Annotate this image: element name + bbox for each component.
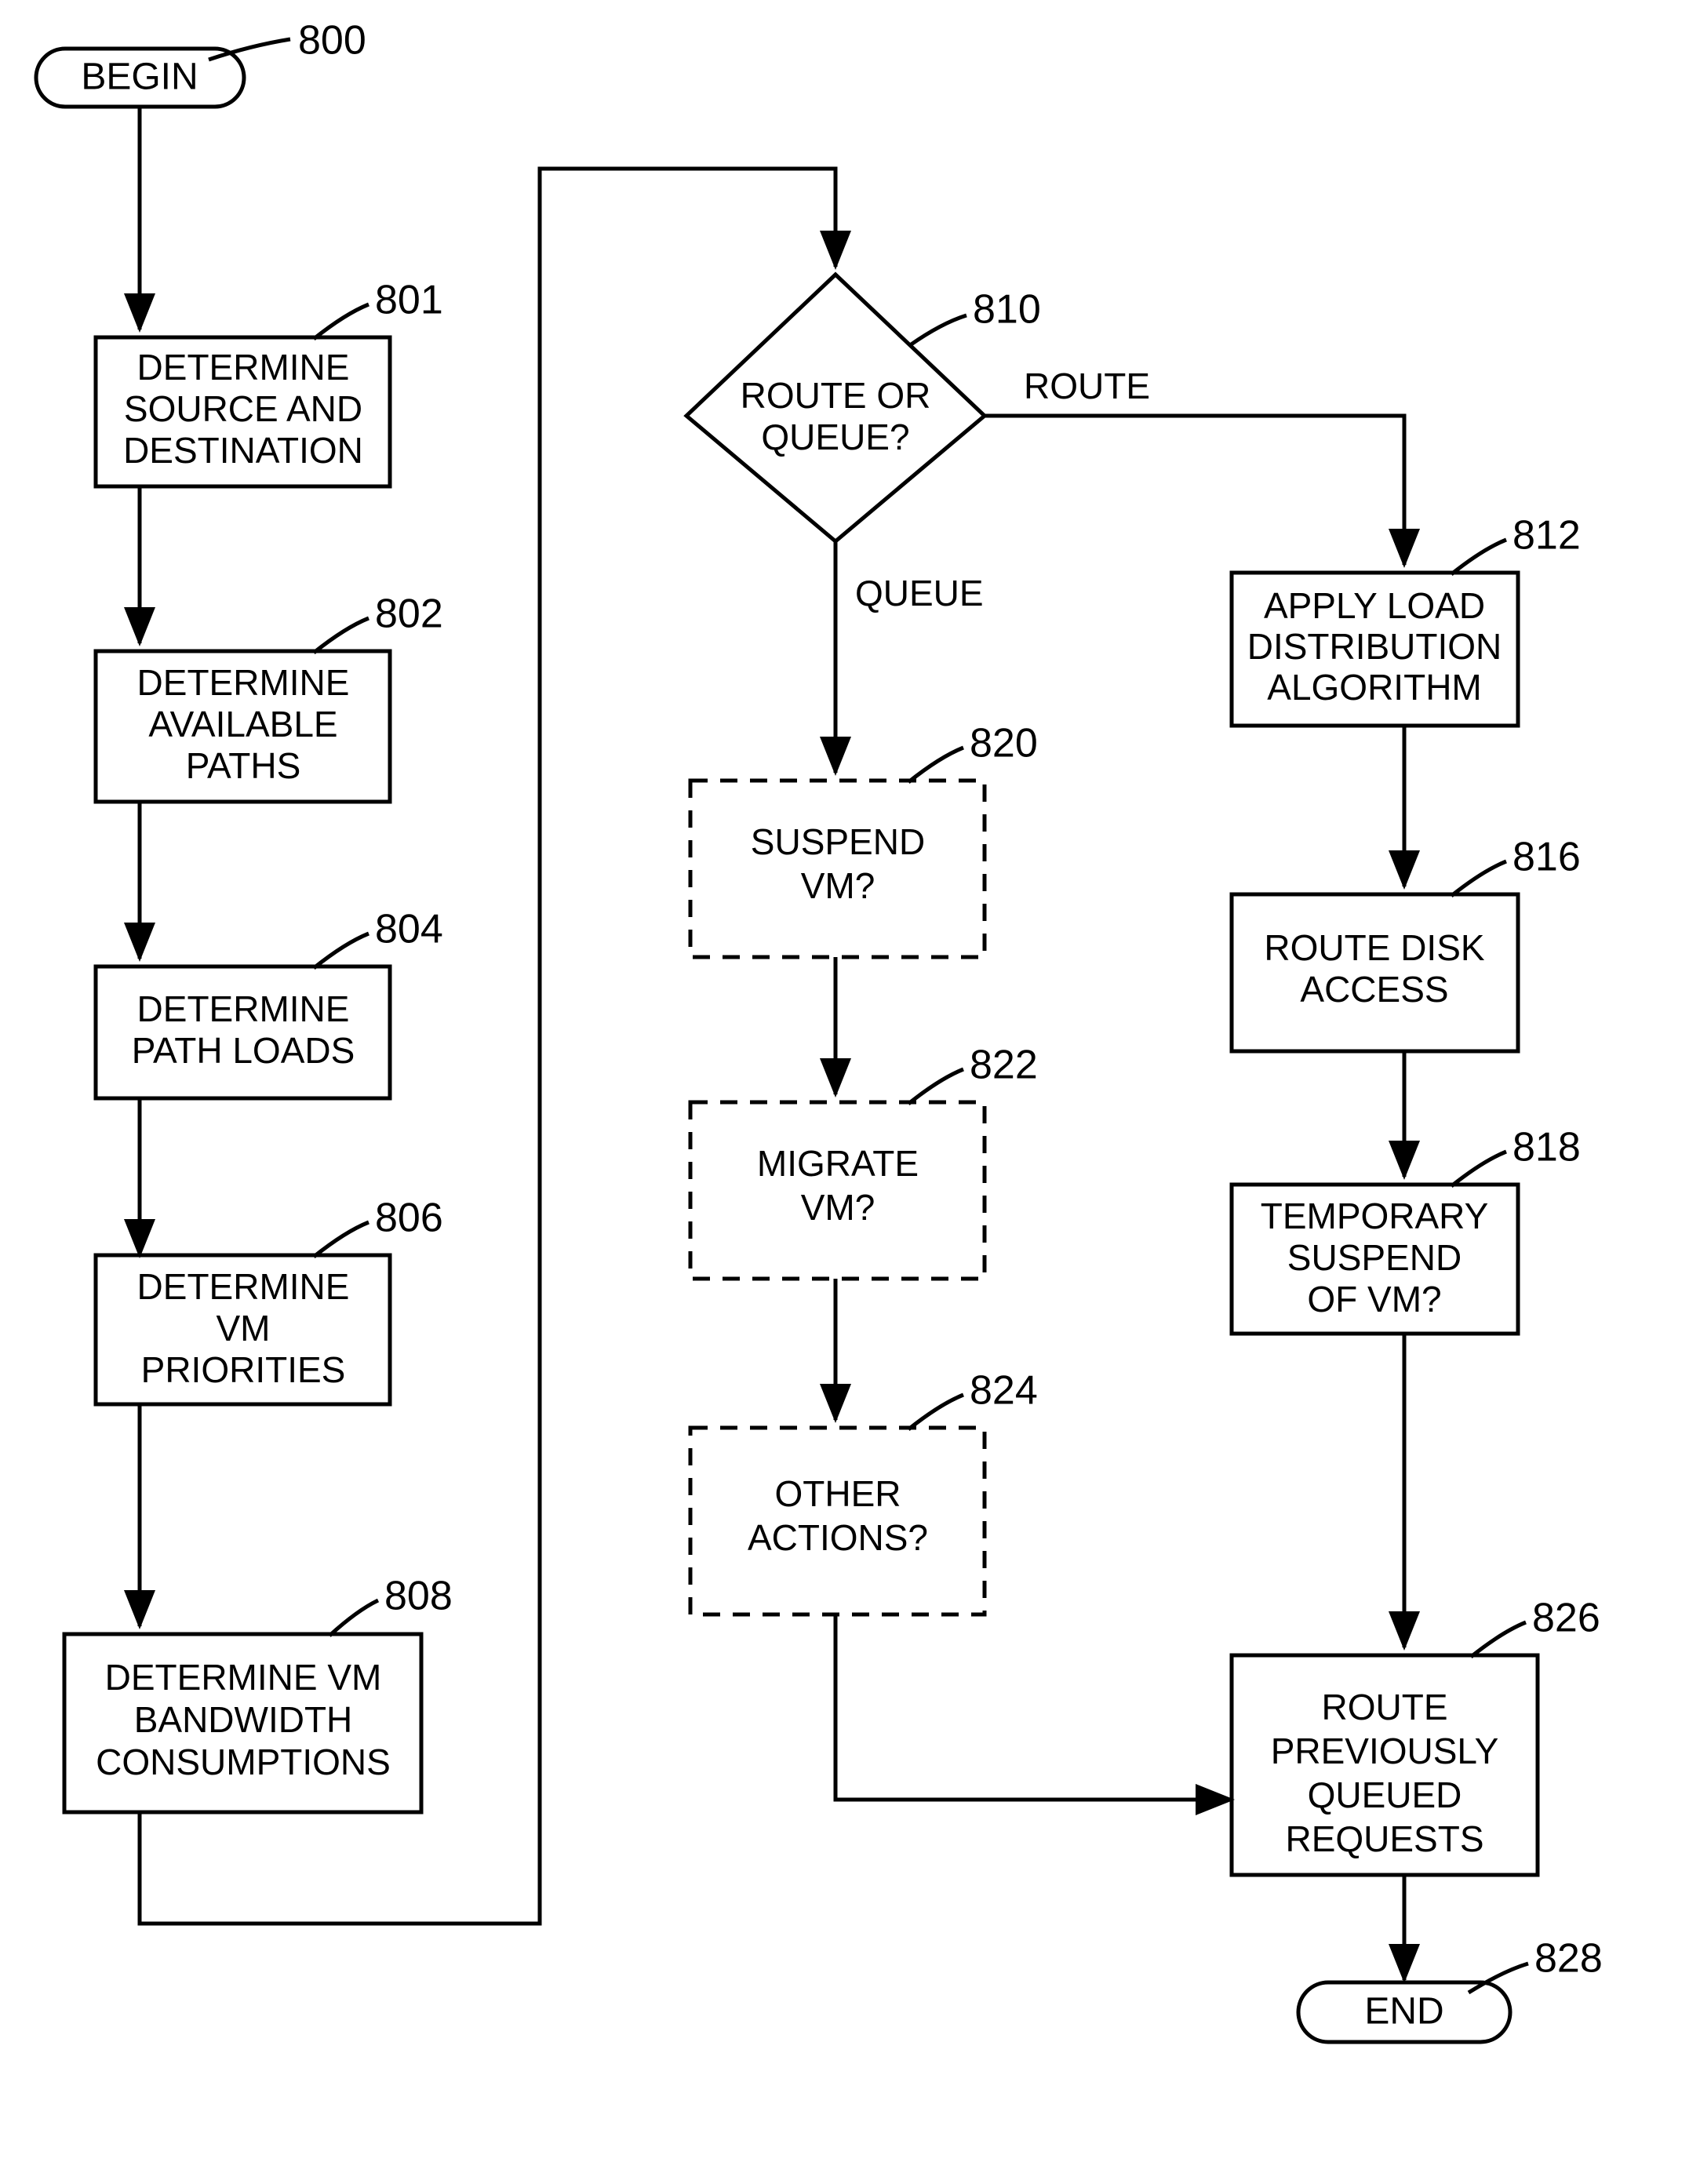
- node-826-line-1: ROUTE: [1322, 1687, 1448, 1727]
- node-822-line-2: VM?: [801, 1187, 875, 1228]
- ref-numeral-818: 818: [1513, 1125, 1581, 1170]
- node-812[interactable]: APPLY LOAD DISTRIBUTION ALGORITHM: [1229, 570, 1520, 728]
- node-820-line-2: VM?: [801, 865, 875, 906]
- node-802-line-3: PATHS: [186, 745, 301, 786]
- edge-label-queue: QUEUE: [855, 573, 984, 613]
- ref-numeral-801: 801: [375, 278, 443, 323]
- node-818-line-2: SUSPEND: [1287, 1237, 1462, 1278]
- ref-numeral-800: 800: [298, 18, 366, 64]
- flowchart-diagram: ROUTE QUEUE BEGIN 800 DETERMINE SOURCE A…: [0, 0, 1700, 2184]
- node-820-line-1: SUSPEND: [751, 821, 925, 862]
- node-808-line-3: CONSUMPTIONS: [96, 1742, 391, 1782]
- node-812-line-2: DISTRIBUTION: [1247, 626, 1502, 667]
- node-824-line-2: ACTIONS?: [748, 1517, 928, 1558]
- ref-numeral-816: 816: [1513, 835, 1581, 880]
- node-822-line-1: MIGRATE: [757, 1143, 919, 1184]
- node-806-line-1: DETERMINE: [137, 1266, 350, 1307]
- node-818-line-1: TEMPORARY: [1261, 1196, 1489, 1236]
- ref-numeral-802: 802: [375, 592, 443, 637]
- node-802-line-2: AVAILABLE: [148, 704, 337, 744]
- node-804-line-1: DETERMINE: [137, 988, 350, 1029]
- node-826-line-2: PREVIOUSLY: [1271, 1731, 1499, 1771]
- node-808-line-2: BANDWIDTH: [134, 1699, 353, 1740]
- node-824-line-1: OTHER: [775, 1473, 901, 1514]
- ref-numeral-828: 828: [1534, 1936, 1603, 1982]
- node-812-line-3: ALGORITHM: [1267, 667, 1481, 708]
- node-810-line-2: QUEUE?: [761, 417, 909, 457]
- node-801-line-1: DETERMINE: [137, 347, 350, 388]
- node-801[interactable]: DETERMINE SOURCE AND DESTINATION: [93, 335, 392, 489]
- ref-numeral-812: 812: [1513, 513, 1581, 559]
- node-810-line-1: ROUTE OR: [741, 375, 931, 416]
- ref-numeral-808: 808: [384, 1574, 453, 1619]
- node-801-line-3: DESTINATION: [123, 430, 363, 471]
- node-826-line-4: REQUESTS: [1285, 1818, 1483, 1859]
- ref-numeral-822: 822: [970, 1043, 1038, 1088]
- ref-numeral-824: 824: [970, 1368, 1038, 1414]
- node-801-line-2: SOURCE AND: [124, 388, 362, 429]
- node-826-line-3: QUEUED: [1308, 1774, 1462, 1815]
- ref-numeral-804: 804: [375, 907, 443, 952]
- node-816-line-1: ROUTE DISK: [1264, 927, 1484, 968]
- edge-label-route: ROUTE: [1024, 366, 1150, 406]
- node-812-line-1: APPLY LOAD: [1264, 585, 1485, 626]
- node-808-line-1: DETERMINE VM: [105, 1657, 382, 1698]
- node-end-label: END: [1364, 1991, 1443, 2033]
- ref-numeral-806: 806: [375, 1196, 443, 1241]
- node-begin-label: BEGIN: [81, 56, 198, 98]
- ref-numeral-820: 820: [970, 721, 1038, 766]
- node-806-line-2: VM: [217, 1308, 271, 1349]
- ref-numeral-810: 810: [973, 287, 1041, 333]
- node-806-line-3: PRIORITIES: [141, 1349, 346, 1390]
- node-804-line-2: PATH LOADS: [132, 1030, 355, 1071]
- ref-numeral-826: 826: [1532, 1596, 1600, 1641]
- node-816-line-2: ACCESS: [1300, 969, 1448, 1010]
- node-802-line-1: DETERMINE: [137, 662, 350, 703]
- node-818-line-3: OF VM?: [1307, 1279, 1441, 1320]
